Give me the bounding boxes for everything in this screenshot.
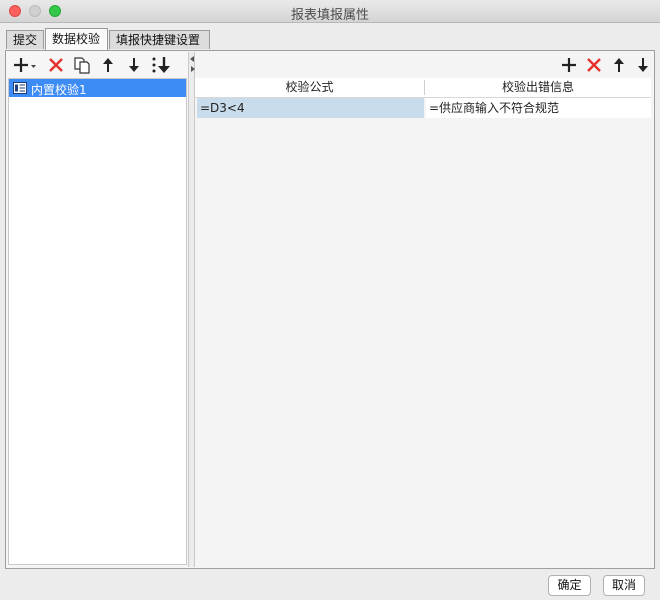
error-message-cell[interactable]: =供应商输入不符合规范 [426, 98, 651, 118]
move-down-formula-icon[interactable] [634, 56, 652, 74]
table-row[interactable]: =D3<4 =供应商输入不符合规范 [195, 98, 651, 118]
move-down-icon[interactable] [125, 56, 143, 74]
move-up-formula-icon[interactable] [610, 56, 628, 74]
add-menu-icon[interactable] [13, 56, 37, 74]
title-bar: 报表填报属性 [0, 0, 660, 23]
ok-button[interactable]: 确定 [548, 575, 591, 596]
validation-list: 内置校验1 [8, 78, 187, 565]
move-to-bottom-icon[interactable] [151, 56, 173, 74]
table-header: 校验公式 校验出错信息 [195, 78, 651, 98]
formula-toolbar [195, 52, 653, 76]
copy-icon[interactable] [73, 56, 91, 74]
delete-icon[interactable] [47, 56, 65, 74]
list-item[interactable]: 内置校验1 [9, 79, 186, 97]
tab-submit[interactable]: 提交 [6, 30, 44, 49]
window-title: 报表填报属性 [290, 8, 369, 23]
add-icon[interactable] [560, 56, 578, 74]
cancel-button[interactable]: 取消 [603, 575, 645, 596]
move-up-icon[interactable] [99, 56, 117, 74]
column-header-formula[interactable]: 校验公式 [195, 78, 424, 97]
tab-shortcut-settings[interactable]: 填报快捷键设置 [109, 30, 210, 49]
list-item-label: 内置校验1 [31, 83, 87, 97]
column-header-error-message[interactable]: 校验出错信息 [425, 78, 651, 97]
pane-splitter[interactable] [188, 52, 195, 567]
delete-formula-icon[interactable] [585, 56, 603, 74]
validation-item-icon [13, 82, 27, 97]
formula-pane: 校验公式 校验出错信息 =D3<4 =供应商输入不符合规范 [195, 52, 653, 567]
list-toolbar [7, 52, 188, 78]
collapse-left-icon[interactable] [190, 56, 194, 62]
validation-panel: 内置校验1 校验公式 校验出错信息 =D3<4 =供应商输入不符合规范 [5, 50, 655, 569]
validation-list-pane: 内置校验1 [7, 52, 188, 567]
tab-data-validation[interactable]: 数据校验 [45, 28, 108, 50]
formula-cell[interactable]: =D3<4 [197, 98, 424, 118]
